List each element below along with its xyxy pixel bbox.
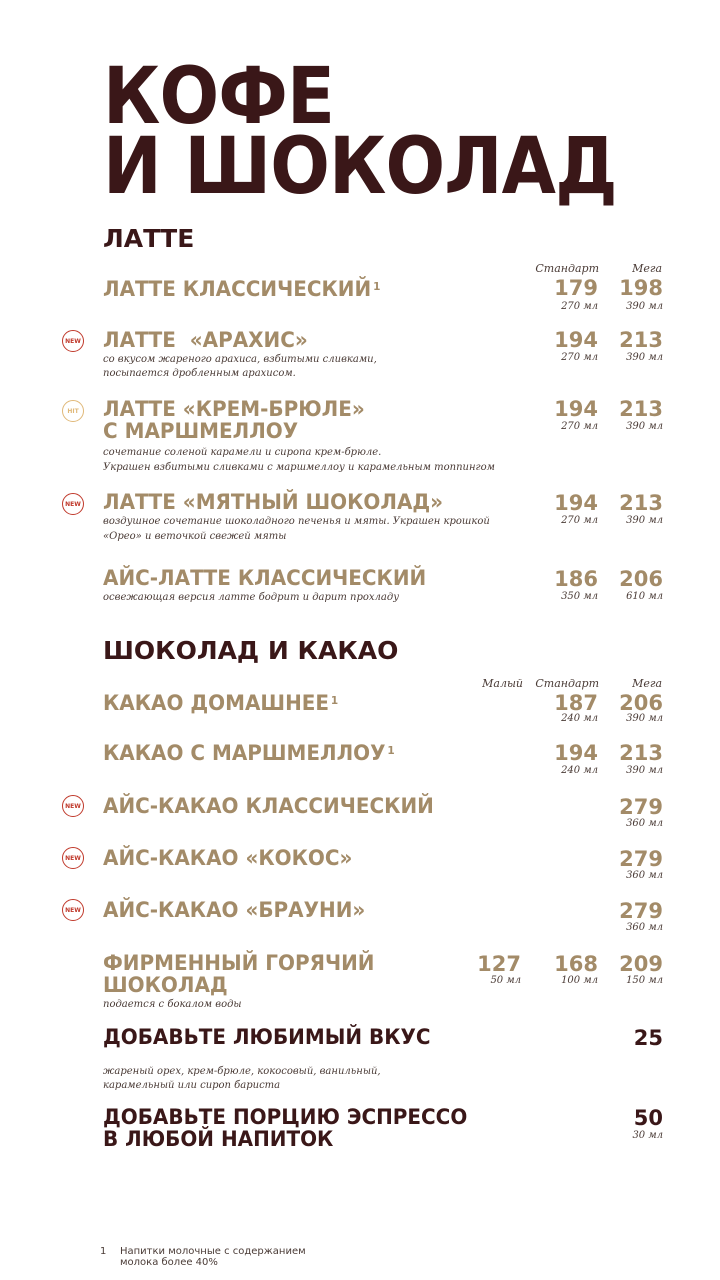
price-mega: 279 (619, 847, 663, 871)
column-header-small: Малый (482, 677, 523, 690)
item-description: подается с бокалом воды (103, 999, 242, 1010)
volume-standard: 350 мл (561, 591, 598, 602)
price-mega: 198 (619, 276, 663, 300)
footnote-marker: 1 (387, 744, 395, 757)
volume-standard: 100 мл (561, 975, 598, 986)
volume-standard: 270 мл (561, 421, 598, 432)
column-header-mega: Мега (632, 677, 662, 690)
section-heading-chocolate: ШОКОЛАД И КАКАО (103, 636, 399, 665)
extra-name: ДОБАВЬТЕ ЛЮБИМЫЙ ВКУС (103, 1025, 431, 1049)
item-name: КАКАО С МАРШМЕЛЛОУ (103, 741, 386, 765)
price-mega: 279 (619, 795, 663, 819)
price-mega: 213 (619, 491, 663, 515)
new-badge-icon: NEW (62, 795, 84, 817)
extra-name-line1: ДОБАВЬТЕ ПОРЦИЮ ЭСПРЕССО (103, 1105, 468, 1129)
new-badge-icon: NEW (62, 493, 84, 515)
price-small: 127 (477, 952, 521, 976)
volume-mega: 390 мл (626, 352, 663, 363)
footnote: 1 Напитки молочные с содержанием молока … (100, 1246, 306, 1268)
price-standard: 186 (554, 567, 598, 591)
price-standard: 168 (554, 952, 598, 976)
item-name: АЙС-КАКАО «КОКОС» (103, 846, 353, 870)
price-mega: 206 (619, 691, 663, 715)
volume-mega: 610 мл (626, 591, 663, 602)
menu-item-ice-cocoa-classic: АЙС-КАКАО КЛАССИЧЕСКИЙ (103, 795, 663, 817)
volume-mega: 390 мл (626, 713, 663, 724)
menu-page: КОФЕ И ШОКОЛАД ЛАТТЕ Стандарт Мега ЛАТТЕ… (0, 0, 720, 1280)
footnote-number: 1 (100, 1246, 107, 1257)
extra-espresso: ДОБАВЬТЕ ПОРЦИЮ ЭСПРЕССО В ЛЮБОЙ НАПИТОК (103, 1106, 663, 1150)
price-standard: 194 (554, 741, 598, 765)
extra-espresso-price: 50 (633, 1106, 663, 1130)
volume-standard: 240 мл (561, 713, 598, 724)
item-description-line2: Украшен взбитыми сливками с маршмеллоу и… (103, 462, 495, 473)
volume-standard: 270 мл (561, 301, 598, 312)
footnote-marker: 1 (330, 694, 339, 707)
price-standard: 194 (554, 397, 598, 421)
footnote-line2: молока более 40% (120, 1257, 218, 1268)
volume-mega: 390 мл (626, 765, 663, 776)
volume-mega: 360 мл (626, 818, 663, 829)
price-mega: 213 (619, 741, 663, 765)
volume-standard: 270 мл (561, 515, 598, 526)
extra-flavor: ДОБАВЬТЕ ЛЮБИМЫЙ ВКУС жареный орех, крем… (103, 1026, 663, 1093)
menu-item-ice-cocoa-coconut: АЙС-КАКАО «КОКОС» (103, 847, 663, 869)
item-description-line2: «Орео» и веточкой свежей мяты (103, 531, 287, 542)
item-description-line1: сочетание соленой карамели и сиропа крем… (103, 447, 382, 458)
new-badge-icon: NEW (62, 847, 84, 869)
price-standard: 187 (554, 691, 598, 715)
volume-mega: 360 мл (626, 870, 663, 881)
price-mega: 213 (619, 328, 663, 352)
footnote-marker: 1 (373, 280, 381, 293)
column-header-mega: Мега (632, 262, 662, 275)
volume-mega: 390 мл (626, 515, 663, 526)
price-mega: 279 (619, 899, 663, 923)
item-name: КАКАО ДОМАШНЕЕ (103, 691, 330, 715)
page-title-line2: И ШОКОЛАД (103, 122, 618, 212)
extra-espresso-volume: 30 мл (632, 1130, 663, 1141)
price-mega: 209 (619, 952, 663, 976)
extra-flavor-price: 25 (633, 1026, 663, 1050)
volume-mega: 360 мл (626, 922, 663, 933)
volume-standard: 270 мл (561, 352, 598, 363)
volume-small: 50 мл (490, 975, 521, 986)
volume-standard: 240 мл (561, 765, 598, 776)
menu-item-ice-cocoa-brownie: АЙС-КАКАО «БРАУНИ» (103, 899, 663, 921)
item-name: АЙС-КАКАО КЛАССИЧЕСКИЙ (103, 794, 434, 818)
volume-mega: 390 мл (626, 301, 663, 312)
price-mega: 206 (619, 567, 663, 591)
volume-mega: 150 мл (626, 975, 663, 986)
price-standard: 194 (554, 491, 598, 515)
hit-badge-icon: HIT (62, 400, 84, 422)
new-badge-icon: NEW (62, 330, 84, 352)
price-standard: 179 (554, 276, 598, 300)
item-description-line2: посыпается дробленным арахисом. (103, 368, 296, 379)
item-name: АЙС-КАКАО «БРАУНИ» (103, 898, 366, 922)
volume-mega: 390 мл (626, 421, 663, 432)
price-mega: 213 (619, 397, 663, 421)
new-badge-icon: NEW (62, 899, 84, 921)
item-name: ЛАТТЕ КЛАССИЧЕСКИЙ (103, 277, 372, 301)
price-standard: 194 (554, 328, 598, 352)
extra-description-line1: жареный орех, крем-брюле, кокосовый, ван… (103, 1066, 381, 1077)
footnote-line1: Напитки молочные с содержанием (120, 1246, 306, 1257)
section-heading-latte: ЛАТТЕ (103, 224, 195, 253)
extra-description-line2: карамельный или сироп бариста (103, 1080, 281, 1091)
extra-name-line2: В ЛЮБОЙ НАПИТОК (103, 1127, 334, 1151)
